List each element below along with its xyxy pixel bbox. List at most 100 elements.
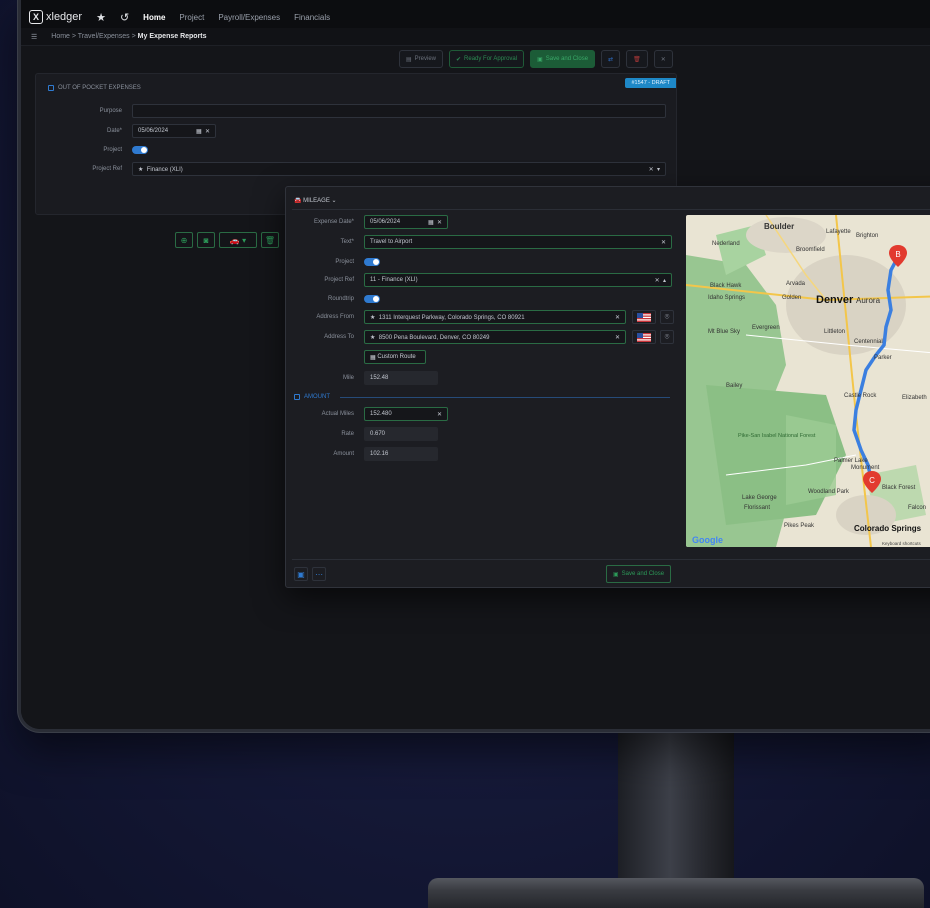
project-toggle[interactable] (132, 146, 148, 154)
divider (340, 397, 670, 398)
actual-miles-row: Actual Miles 152.480 ✕ (286, 407, 448, 421)
history-icon[interactable]: ↺ (120, 11, 129, 24)
camera-icon[interactable]: ◙ (197, 232, 215, 248)
map-label: Denver (816, 294, 854, 306)
screen: X xledger ★ ↺ Home Project Payroll/Expen… (21, 0, 930, 729)
preview-button[interactable]: ▤ Preview (399, 50, 444, 68)
map-label: Aurora (856, 296, 881, 305)
clear-icon[interactable]: ✕ (437, 411, 442, 418)
calendar-icon[interactable]: ▦ (428, 220, 434, 226)
close-icon: ✕ (660, 56, 666, 63)
ready-for-approval-button[interactable]: ✔ Ready For Approval (449, 50, 525, 68)
map-label: Elizabeth (902, 395, 927, 401)
roundtrip-row: Roundtrip (286, 295, 380, 303)
map-label: Boulder (764, 222, 794, 231)
trash-icon[interactable]: 🗑 (261, 232, 279, 248)
map-label: Black Hawk (710, 283, 742, 289)
delete-button[interactable]: 🗑 (626, 50, 648, 68)
project-ref-select[interactable]: 11 - Finance (XLI) ✕ ▴ (364, 273, 672, 287)
clear-icon[interactable]: ✕ (615, 314, 620, 321)
star-icon[interactable]: ★ (370, 315, 375, 321)
custom-route-button[interactable]: ▦ Custom Route (364, 350, 426, 364)
hamburger-icon[interactable]: ☰ (31, 33, 37, 41)
rate-row: Rate 0.670 (286, 427, 438, 441)
dialog-save-close-button[interactable]: ▣ Save and Close (606, 565, 672, 583)
address-from-row: Address From ★ 1311 Interquest Parkway, … (286, 310, 674, 324)
map-label: Bailey (726, 383, 742, 389)
clear-icon[interactable]: ✕ (649, 167, 654, 173)
text-input[interactable]: Travel to Airport ✕ (364, 235, 672, 249)
expense-date-input[interactable]: 05/06/2024 ▦ ✕ (364, 215, 448, 229)
map-label: Evergreen (752, 325, 780, 331)
dialog-footer-left: ▣ ⋯ (294, 567, 326, 581)
project-row: Project (36, 146, 148, 154)
expense-date-row: Expense Date* 05/06/2024 ▦ ✕ (286, 215, 448, 229)
nav-home[interactable]: Home (143, 13, 165, 22)
nav-financials[interactable]: Financials (294, 13, 330, 22)
google-logo: Google (692, 535, 723, 545)
save-icon: ▣ (537, 56, 543, 63)
nav-payroll-expenses[interactable]: Payroll/Expenses (218, 13, 280, 22)
map-label: Nederland (712, 241, 740, 247)
map-label: Palmer Lake (834, 458, 868, 464)
section-icon (48, 85, 54, 91)
actual-miles-input[interactable]: 152.480 ✕ (364, 407, 448, 421)
purpose-input[interactable] (132, 104, 666, 118)
project-toggle[interactable] (364, 258, 380, 266)
location-pin-icon[interactable]: ⌾ (660, 310, 674, 324)
breadcrumb-current: My Expense Reports (137, 33, 207, 40)
clear-icon[interactable]: ✕ (661, 239, 666, 246)
us-flag-icon[interactable] (632, 310, 656, 324)
breadcrumb: ☰ Home > Travel/Expenses > My Expense Re… (21, 28, 930, 46)
calendar-icon[interactable]: ▦ (196, 129, 202, 135)
save-and-close-button[interactable]: ▣ Save and Close (530, 50, 596, 68)
car-icon: 🚘 (294, 198, 302, 204)
car-dropdown-button[interactable]: 🚗 ▾ (219, 232, 257, 248)
map-label: Lafayette (826, 229, 851, 235)
map-label: Broomfield (796, 247, 825, 253)
route-map[interactable]: B C Boulder Lafayette Brighton Nederland… (686, 215, 930, 547)
map-canvas[interactable]: B C Boulder Lafayette Brighton Nederland… (686, 215, 930, 547)
clear-icon[interactable]: ✕ (615, 334, 620, 341)
more-icon[interactable]: ⋯ (312, 567, 326, 581)
save-icon: ▣ (613, 571, 619, 578)
logo-text: xledger (46, 11, 83, 23)
save-icon[interactable]: ▣ (294, 567, 308, 581)
roundtrip-toggle[interactable] (364, 295, 380, 303)
map-label: Woodland Park (808, 489, 850, 495)
chevron-down-icon[interactable]: ▾ (657, 167, 660, 173)
map-label: Black Forest (882, 485, 916, 491)
mile-row: Mile 152.48 (286, 371, 438, 385)
share-button[interactable]: ⇄ (601, 50, 621, 68)
date-row: Date* 05/06/2024 ▦ ✕ (36, 124, 216, 138)
star-icon[interactable]: ★ (96, 11, 106, 24)
add-circle-icon[interactable]: ⊕ (175, 232, 193, 248)
chevron-up-icon[interactable]: ▴ (663, 278, 666, 284)
clear-icon[interactable]: ✕ (655, 278, 660, 284)
map-label: Monument (851, 465, 880, 471)
monitor-stand-base (428, 878, 924, 908)
us-flag-icon[interactable] (632, 330, 656, 344)
divider (292, 559, 930, 560)
svg-text:B: B (895, 250, 900, 259)
project-ref-row: Project Ref 11 - Finance (XLI) ✕ ▴ (286, 273, 672, 287)
map-label: Arvada (786, 281, 806, 287)
address-to-input[interactable]: ★ 8500 Pena Boulevard, Denver, CO 80249 … (364, 330, 626, 344)
dialog-title[interactable]: 🚘 MILEAGE ⌄ (294, 197, 337, 204)
close-button[interactable]: ✕ (653, 50, 673, 68)
map-icon: ▦ (370, 354, 376, 361)
breadcrumb-path[interactable]: Home > Travel/Expenses > (51, 33, 137, 40)
project-row: Project (286, 258, 380, 266)
map-label: Lake George (742, 495, 777, 501)
clear-icon[interactable]: ✕ (205, 129, 210, 135)
address-from-input[interactable]: ★ 1311 Interquest Parkway, Colorado Spri… (364, 310, 626, 324)
star-icon: ★ (138, 166, 144, 173)
xledger-logo[interactable]: X xledger (29, 10, 82, 24)
star-icon[interactable]: ★ (370, 335, 375, 341)
project-ref-select[interactable]: ★ Finance (XLI) ✕ ▾ (132, 162, 666, 176)
date-input[interactable]: 05/06/2024 ▦ ✕ (132, 124, 216, 138)
map-label: Golden (782, 295, 801, 301)
location-pin-icon[interactable]: ⌾ (660, 330, 674, 344)
nav-project[interactable]: Project (179, 13, 204, 22)
clear-icon[interactable]: ✕ (437, 220, 442, 226)
